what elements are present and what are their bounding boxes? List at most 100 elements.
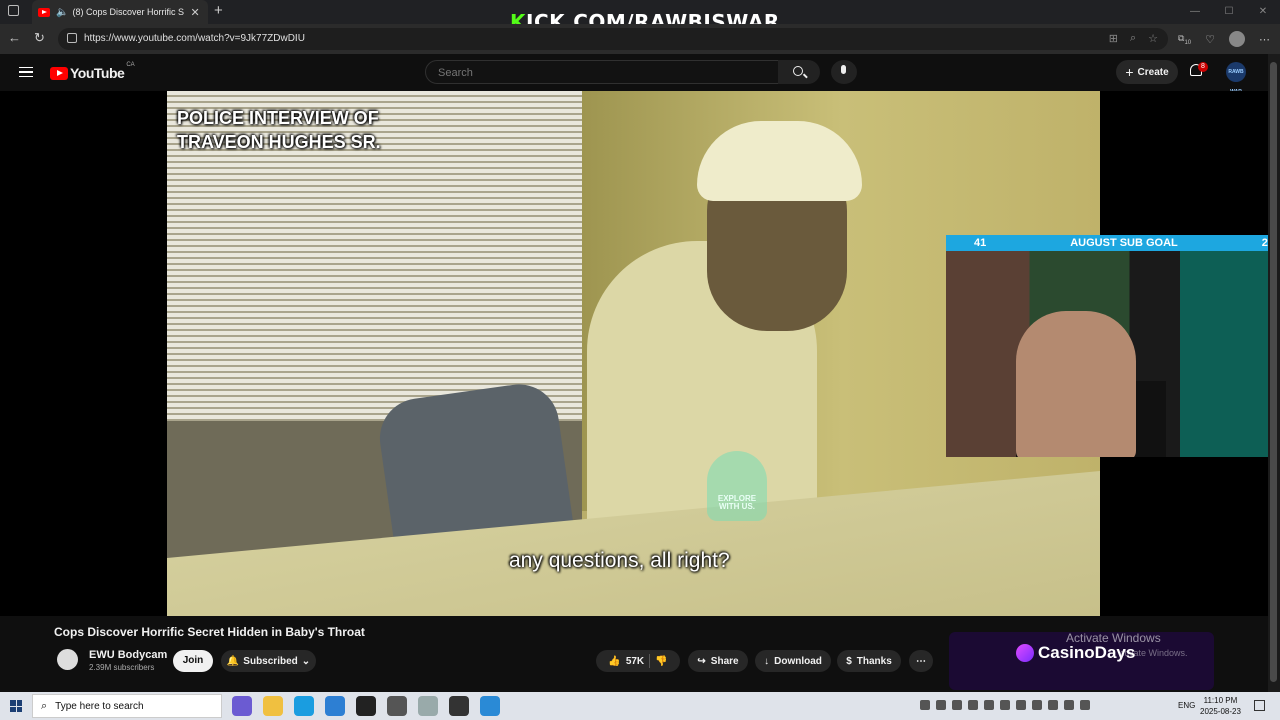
url-text[interactable]: https://www.youtube.com/watch?v=9Jk77ZDw…: [84, 33, 305, 44]
sub-goal-current: 41: [974, 237, 987, 249]
tab-actions-icon[interactable]: [8, 5, 19, 16]
back-icon[interactable]: ←: [8, 30, 21, 45]
site-info-icon[interactable]: [67, 33, 77, 43]
casino-logo[interactable]: CasinoDays: [1016, 643, 1135, 663]
speaker-icon[interactable]: 🔈: [56, 7, 68, 18]
account-avatar[interactable]: RAWB WAR: [1226, 62, 1246, 95]
like-separator: [649, 654, 651, 668]
channel-name[interactable]: EWU Bodycam: [89, 649, 167, 661]
clock-time: 11:10 PM: [1203, 696, 1238, 705]
file-explorer-icon[interactable]: [263, 696, 283, 716]
browser-toolbar-icons: ⧉10 ♡ ⋯: [1178, 31, 1270, 47]
start-windows-icon[interactable]: [10, 700, 22, 712]
video-title: Cops Discover Horrific Secret Hidden in …: [54, 625, 365, 639]
search-button[interactable]: [778, 60, 820, 84]
join-button[interactable]: Join: [173, 650, 213, 672]
bell-icon: 🔔: [226, 655, 240, 667]
channel-avatar[interactable]: [57, 649, 78, 670]
more-actions-button[interactable]: ⋯: [909, 650, 933, 672]
browser-tab[interactable]: 🔈 (8) Cops Discover Horrific Se ✕: [32, 0, 208, 24]
scrollbar-thumb[interactable]: [1270, 62, 1277, 682]
address-bar[interactable]: https://www.youtube.com/watch?v=9Jk77ZDw…: [58, 28, 1168, 50]
dislike-icon[interactable]: 👎: [655, 656, 667, 667]
share-label: Share: [710, 655, 739, 667]
share-icon: ↪: [697, 655, 706, 667]
copilot-app-icon[interactable]: [232, 696, 252, 716]
clock-date: 2025-08-23: [1200, 707, 1241, 716]
minimize-icon[interactable]: —: [1178, 0, 1212, 24]
address-bar-icons: ⊞ ⌕ ☆: [1109, 32, 1158, 45]
app-icon-9[interactable]: [480, 696, 500, 716]
zoom-icon[interactable]: ⌕: [1130, 32, 1136, 45]
profile-avatar[interactable]: [1229, 31, 1245, 47]
thanks-label: Thanks: [856, 655, 892, 667]
casino-logo-icon: [1016, 644, 1034, 662]
chevron-down-icon: ⌄: [301, 655, 311, 667]
address-bar-row: ← ↻ https://www.youtube.com/watch?v=9Jk7…: [0, 24, 1280, 54]
tray-icon[interactable]: [1016, 700, 1026, 710]
create-button[interactable]: + Create: [1116, 60, 1178, 84]
tray-icon[interactable]: [1032, 700, 1042, 710]
youtube-logo[interactable]: YouTube CA: [50, 62, 135, 81]
search-box[interactable]: [425, 60, 779, 84]
search-input[interactable]: [436, 66, 740, 80]
app-icon-7[interactable]: [418, 696, 438, 716]
tab-title: (8) Cops Discover Horrific Se: [72, 7, 185, 17]
tray-icon[interactable]: [968, 700, 978, 710]
plus-icon: +: [1125, 64, 1134, 80]
settings-more-icon[interactable]: ⋯: [1259, 33, 1270, 46]
create-label: Create: [1137, 66, 1169, 78]
extensions-icon[interactable]: ⧉10: [1178, 33, 1191, 46]
overlay-title-line2: TRAVEON HUGHES SR.: [177, 132, 381, 152]
maximize-icon[interactable]: ☐: [1212, 0, 1246, 24]
tray-icon[interactable]: [984, 700, 994, 710]
wolf-watermark-icon: EXPLORE WITH US.: [707, 451, 767, 521]
subscribed-button[interactable]: 🔔 Subscribed ⌄: [221, 650, 316, 672]
thanks-icon: $: [846, 655, 852, 667]
volume-icon[interactable]: [1080, 700, 1090, 710]
like-icon[interactable]: 👍: [608, 656, 620, 667]
new-tab-button[interactable]: +: [214, 2, 223, 19]
hamburger-menu-icon[interactable]: [19, 67, 33, 77]
streamer-webcam: [946, 251, 1280, 457]
network-icon[interactable]: [1048, 700, 1058, 710]
close-window-icon[interactable]: ✕: [1246, 0, 1280, 24]
sub-goal-bar: 41 AUGUST SUB GOAL 25: [946, 235, 1280, 251]
watermark-line2: WITH US.: [719, 502, 755, 511]
obs-icon[interactable]: [449, 696, 469, 716]
download-button[interactable]: ↓ Download: [755, 650, 831, 672]
video-caption: any questions, all right?: [509, 549, 730, 572]
tray-icon[interactable]: [952, 700, 962, 710]
thanks-button[interactable]: $ Thanks: [837, 650, 901, 672]
search-icon: ⌕: [41, 699, 48, 712]
extensions-badge: 10: [1184, 39, 1192, 46]
refresh-icon[interactable]: ↻: [34, 30, 45, 46]
browser-essentials-icon[interactable]: ♡: [1205, 33, 1215, 46]
taskbar-search[interactable]: ⌕ Type here to search: [32, 694, 222, 718]
sub-goal-label: AUGUST SUB GOAL: [1070, 237, 1178, 249]
edge-browser-icon[interactable]: [294, 696, 314, 716]
mic-icon[interactable]: [1064, 700, 1074, 710]
tray-icon[interactable]: [936, 700, 946, 710]
voice-search-icon[interactable]: [831, 60, 857, 84]
youtube-favicon-icon: [38, 7, 50, 17]
edge-beta-icon[interactable]: [325, 696, 345, 716]
tray-icon[interactable]: [920, 700, 930, 710]
notification-center-icon[interactable]: [1254, 700, 1265, 711]
subscriber-count: 2.39M subscribers: [89, 663, 155, 672]
share-button[interactable]: ↪ Share: [688, 650, 748, 672]
settings-gear-icon[interactable]: [387, 696, 407, 716]
activate-windows-watermark: Activate Windows: [1066, 631, 1161, 645]
youtube-header: YouTube CA +Create: [0, 54, 1268, 92]
app-available-icon[interactable]: ⊞: [1109, 32, 1118, 45]
terminal-icon[interactable]: [356, 696, 376, 716]
input-language[interactable]: ENG: [1178, 701, 1195, 710]
tray-icon[interactable]: [1000, 700, 1010, 710]
system-clock[interactable]: 11:10 PM 2025-08-23: [1200, 695, 1241, 717]
notification-count-badge: 8: [1198, 62, 1208, 72]
favorite-star-icon[interactable]: ☆: [1148, 32, 1158, 45]
download-icon: ↓: [764, 655, 770, 667]
like-count[interactable]: 57K: [626, 656, 644, 667]
streamer-face: [1016, 311, 1136, 457]
close-tab-icon[interactable]: ✕: [190, 6, 199, 19]
